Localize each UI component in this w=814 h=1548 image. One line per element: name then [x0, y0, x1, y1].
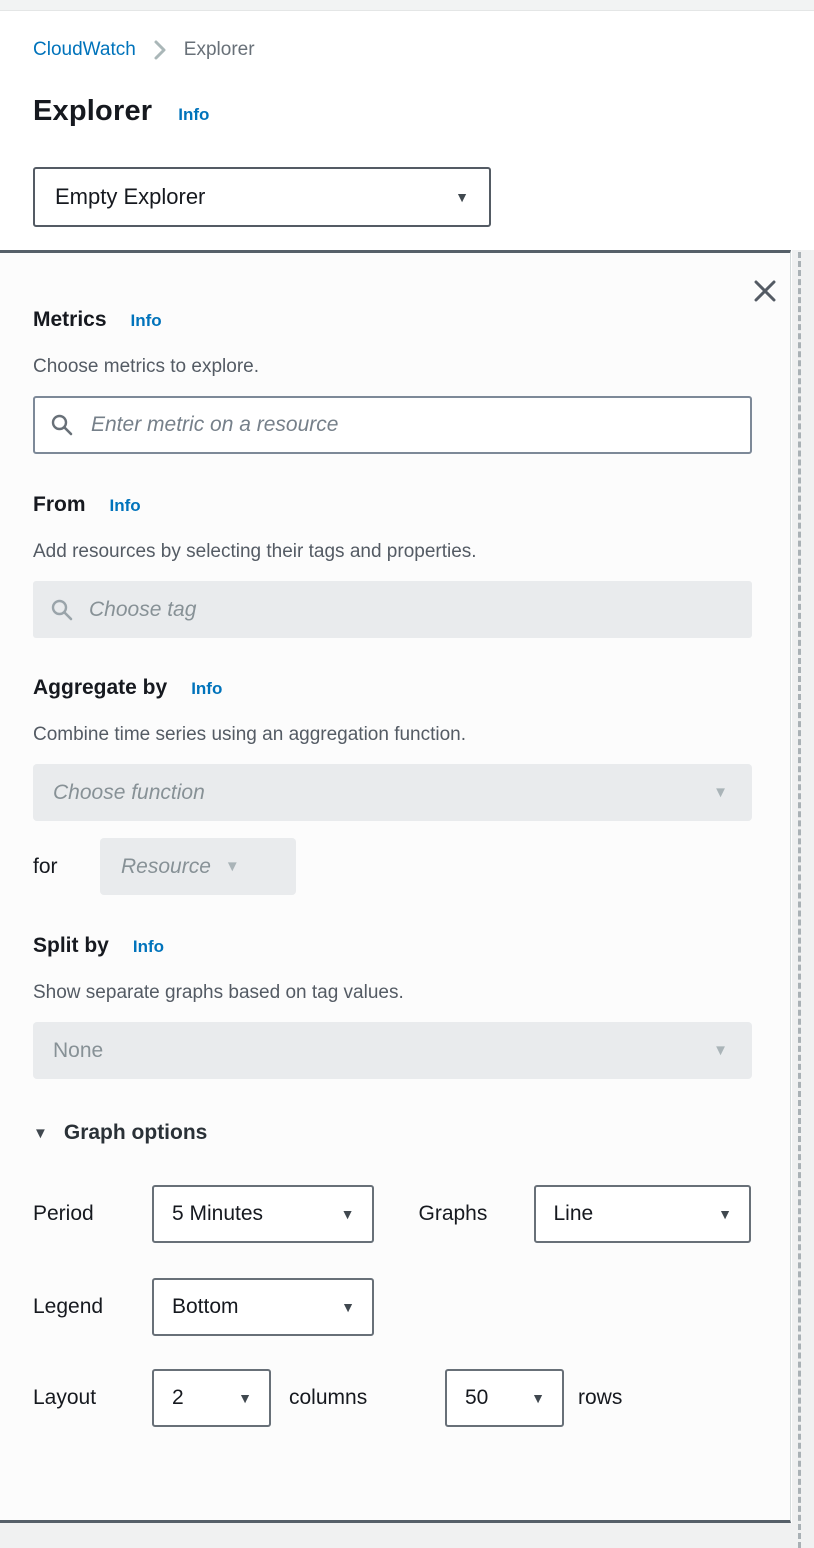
choose-tag-input[interactable]: [33, 581, 752, 638]
metrics-heading: Metrics: [33, 308, 107, 332]
explorer-template-select[interactable]: Empty Explorer ▼: [33, 167, 491, 227]
split-by-select[interactable]: None ▼: [33, 1022, 752, 1079]
rows-unit-label: rows: [578, 1386, 622, 1410]
close-icon: [751, 277, 779, 308]
metrics-description: Choose metrics to explore.: [33, 355, 751, 379]
aggregate-for-label: for: [33, 855, 100, 879]
breadcrumb: CloudWatch Explorer: [33, 39, 781, 61]
aggregate-function-select[interactable]: Choose function ▼: [33, 764, 752, 821]
graphs-value: Line: [554, 1202, 594, 1226]
columns-unit-label: columns: [289, 1386, 389, 1410]
dropdown-arrow-icon: ▼: [238, 1391, 252, 1405]
from-heading: From: [33, 493, 86, 517]
breadcrumb-current: Explorer: [184, 39, 255, 61]
legend-select[interactable]: Bottom ▼: [152, 1278, 374, 1336]
panel-resize-handle[interactable]: [798, 252, 801, 1548]
dropdown-arrow-icon: ▼: [225, 859, 240, 874]
dropdown-arrow-icon: ▼: [713, 1043, 728, 1058]
layout-columns-select[interactable]: 2 ▼: [152, 1369, 271, 1427]
explorer-template-value: Empty Explorer: [55, 184, 205, 210]
top-strip: [0, 0, 814, 11]
split-info-link[interactable]: Info: [133, 937, 164, 957]
dropdown-arrow-icon: ▼: [455, 190, 469, 204]
graph-options-heading: Graph options: [64, 1121, 208, 1145]
period-label: Period: [33, 1202, 152, 1226]
aggregate-by-heading: Aggregate by: [33, 676, 167, 700]
dropdown-arrow-icon: ▼: [713, 785, 728, 800]
search-icon: [50, 413, 74, 437]
collapse-triangle-icon: ▼: [33, 1126, 48, 1141]
aggregate-info-link[interactable]: Info: [191, 679, 222, 699]
tag-search: [33, 581, 752, 638]
breadcrumb-cloudwatch-link[interactable]: CloudWatch: [33, 39, 136, 61]
bottom-strip: [0, 1523, 792, 1548]
explorer-settings-panel: Metrics Info Choose metrics to explore. …: [0, 250, 791, 1523]
dropdown-arrow-icon: ▼: [341, 1300, 355, 1314]
aggregate-for-value: Resource: [121, 855, 211, 879]
from-description: Add resources by selecting their tags an…: [33, 540, 751, 564]
layout-label: Layout: [33, 1386, 152, 1410]
search-icon: [50, 598, 74, 622]
metrics-info-link[interactable]: Info: [131, 311, 162, 331]
graphs-label: Graphs: [419, 1202, 534, 1226]
legend-value: Bottom: [172, 1295, 239, 1319]
dropdown-arrow-icon: ▼: [341, 1207, 355, 1221]
split-by-value: None: [53, 1039, 103, 1063]
graph-options-toggle[interactable]: ▼ Graph options: [33, 1119, 751, 1147]
aggregate-description: Combine time series using an aggregation…: [33, 723, 751, 747]
graphs-select[interactable]: Line ▼: [534, 1185, 752, 1243]
layout-rows-value: 50: [465, 1386, 488, 1410]
right-gutter: [792, 250, 814, 1548]
aggregate-function-placeholder: Choose function: [53, 781, 205, 805]
metric-search: [33, 396, 752, 454]
layout-columns-value: 2: [172, 1386, 184, 1410]
period-value: 5 Minutes: [172, 1202, 263, 1226]
split-by-heading: Split by: [33, 934, 109, 958]
page-header: CloudWatch Explorer Explorer Info Empty …: [0, 11, 814, 227]
dropdown-arrow-icon: ▼: [531, 1391, 545, 1405]
legend-label: Legend: [33, 1295, 152, 1319]
dropdown-arrow-icon: ▼: [718, 1207, 732, 1221]
from-info-link[interactable]: Info: [110, 496, 141, 516]
metric-search-input[interactable]: [33, 396, 752, 454]
page-title: Explorer: [33, 95, 152, 128]
period-select[interactable]: 5 Minutes ▼: [152, 1185, 374, 1243]
chevron-right-icon: [152, 39, 168, 61]
split-description: Show separate graphs based on tag values…: [33, 981, 751, 1005]
page-info-link[interactable]: Info: [178, 105, 209, 125]
aggregate-for-select[interactable]: Resource ▼: [100, 838, 296, 895]
close-panel-button[interactable]: [750, 277, 780, 307]
layout-rows-select[interactable]: 50 ▼: [445, 1369, 564, 1427]
